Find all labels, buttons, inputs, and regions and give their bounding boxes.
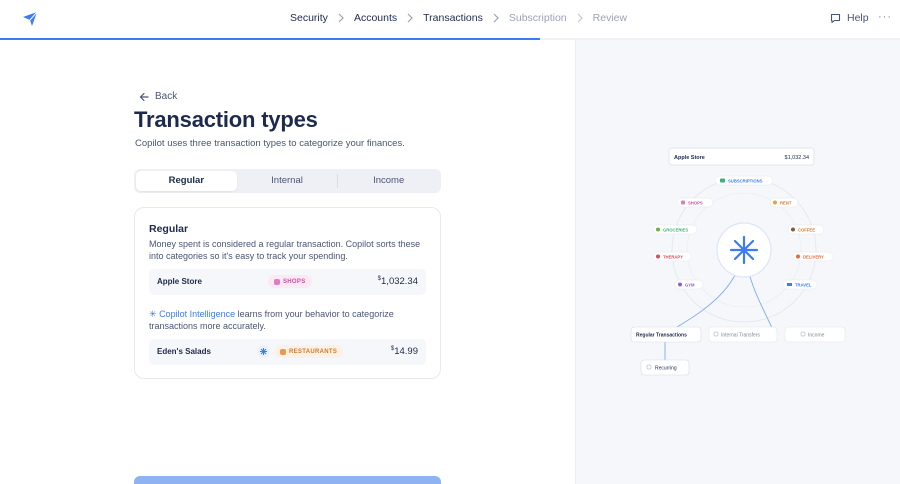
category-groceries: GROCERIES — [652, 224, 698, 235]
transaction-type-tabs: Regular Internal Income — [134, 169, 441, 193]
help-label: Help — [847, 12, 869, 24]
category-label: SHOPS — [283, 278, 306, 285]
continue-button[interactable] — [134, 476, 441, 484]
back-label: Back — [155, 91, 178, 102]
node-label: Internal Transfers — [721, 333, 760, 339]
chevron-right-icon — [577, 13, 583, 23]
breadcrumb-subscription[interactable]: Subscription — [509, 12, 567, 24]
category-label: THERAPY — [663, 255, 683, 260]
copilot-ai-icon — [257, 345, 270, 358]
copilot-intelligence-note: ✳ Copilot Intelligence learns from your … — [149, 308, 429, 332]
category-label: TRAVEL — [795, 283, 812, 288]
shopping-bag-icon — [274, 278, 280, 285]
node-regular-transactions: Regular Transactions — [630, 326, 702, 343]
amount-value: 14.99 — [394, 346, 418, 358]
category-tag-shops: SHOPS — [268, 275, 312, 288]
node-recurring: Recurring — [640, 359, 690, 376]
category-travel: TRAVEL — [782, 279, 818, 290]
category-label: COFFEE — [798, 228, 815, 233]
regular-info-card: Regular Money spent is considered a regu… — [134, 207, 441, 379]
breadcrumb-security[interactable]: Security — [290, 12, 328, 24]
tab-income[interactable]: Income — [338, 171, 439, 191]
category-subscriptions: SUBSCRIPTIONS — [714, 175, 774, 186]
category-therapy: THERAPY — [652, 251, 692, 262]
arrow-left-icon — [139, 92, 149, 101]
node-label: Income — [808, 333, 825, 339]
category-rent: RENT — [769, 197, 799, 208]
category-label: RENT — [780, 201, 792, 206]
chevron-right-icon — [407, 13, 413, 23]
category-coffee: COFFEE — [787, 224, 825, 235]
category-delivery: DELIVERY — [792, 251, 834, 262]
category-diagram: Apple Store $1,032.34 SUBSCRIPTIONS RENT… — [630, 147, 846, 376]
category-label: RESTAURANTS — [289, 348, 338, 355]
copilot-logo-icon[interactable] — [22, 11, 38, 27]
amount-value: 1,032.34 — [381, 276, 418, 288]
category-label: GYM — [685, 283, 695, 288]
tab-internal[interactable]: Internal — [237, 171, 338, 191]
back-button[interactable]: Back — [139, 91, 177, 102]
breadcrumb-transactions[interactable]: Transactions — [423, 12, 483, 24]
category-label: SUBSCRIPTIONS — [728, 179, 763, 184]
chevron-right-icon — [493, 13, 499, 23]
chat-bubble-icon — [830, 13, 841, 23]
top-bar: Security Accounts Transactions Subscript… — [0, 0, 900, 38]
category-label: SHOPS — [688, 201, 703, 206]
category-tag-restaurants: RESTAURANTS — [274, 345, 344, 358]
help-button[interactable]: Help — [830, 12, 869, 24]
breadcrumb: Security Accounts Transactions Subscript… — [290, 12, 627, 24]
chevron-right-icon — [338, 13, 344, 23]
category-gym: GYM — [674, 279, 704, 290]
store-card-amount: $1,032.34 — [785, 155, 809, 161]
category-label: GROCERIES — [663, 228, 688, 233]
card-description: Money spent is considered a regular tran… — [149, 239, 421, 261]
transaction-amount: $14.99 — [391, 346, 418, 357]
card-title: Regular — [149, 223, 189, 235]
copilot-sparkle-icon — [729, 235, 759, 265]
intelligence-highlight: Copilot Intelligence — [159, 309, 236, 319]
breadcrumb-review[interactable]: Review — [593, 12, 627, 24]
example-transaction-row: Eden's Salads RESTAURANTS $14.99 — [149, 339, 426, 365]
node-internal-transfers: Internal Transfers — [708, 326, 778, 343]
sparkle-icon: ✳ — [149, 309, 157, 319]
store-card-name: Apple Store — [674, 155, 705, 161]
progress-bar — [0, 38, 540, 40]
more-options-icon[interactable]: ··· — [878, 11, 892, 23]
breadcrumb-accounts[interactable]: Accounts — [354, 12, 397, 24]
transaction-name: Apple Store — [157, 277, 202, 286]
node-label: Recurring — [655, 366, 677, 372]
node-income: Income — [784, 326, 846, 343]
transaction-name: Eden's Salads — [157, 347, 211, 356]
category-shops: SHOPS — [676, 197, 714, 208]
page-subtitle: Copilot uses three transaction types to … — [135, 138, 405, 149]
category-label: DELIVERY — [803, 255, 824, 260]
tab-regular[interactable]: Regular — [136, 171, 237, 191]
node-label: Regular Transactions — [636, 333, 687, 339]
page-title: Transaction types — [134, 107, 318, 132]
transaction-amount: $1,032.34 — [378, 276, 418, 287]
example-transaction-row: Apple Store SHOPS $1,032.34 — [149, 269, 426, 295]
burger-icon — [280, 348, 286, 355]
